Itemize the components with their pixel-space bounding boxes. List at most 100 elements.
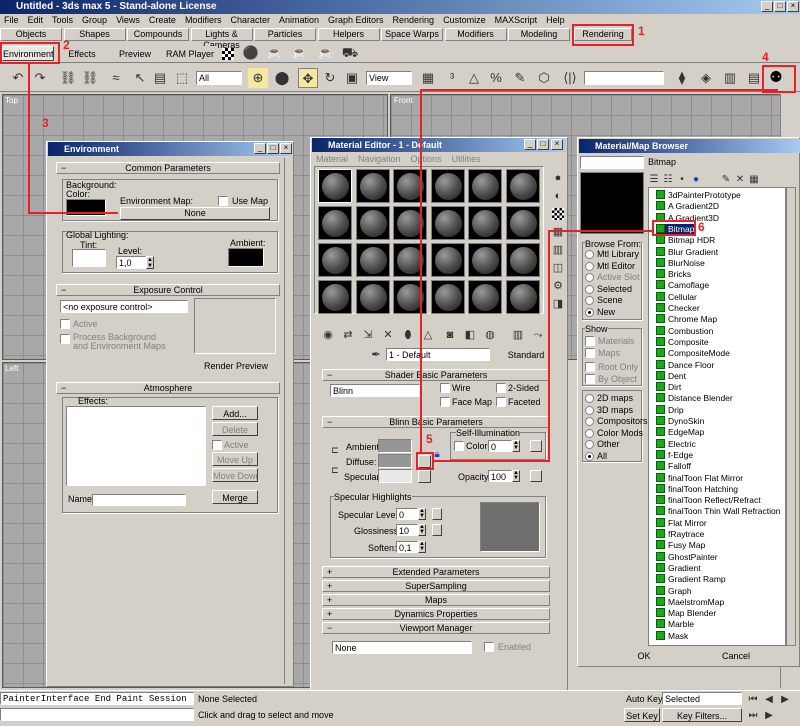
filter-radio[interactable] [585, 394, 594, 403]
browse-from-radio[interactable] [585, 307, 594, 317]
effect-name-input[interactable] [92, 494, 186, 506]
opacity-spinner[interactable]: ▲ ▼ [512, 470, 520, 482]
sample-slot[interactable] [355, 243, 390, 277]
sample-slot[interactable] [505, 169, 540, 203]
self-illum-spinner[interactable]: ▲ ▼ [512, 440, 520, 452]
pivot-icon[interactable]: ⬤ [272, 68, 292, 88]
medit-menu-material[interactable]: Material [316, 154, 348, 164]
select-manipulate-icon[interactable]: ³ [442, 68, 462, 88]
show-checkbox[interactable] [585, 362, 595, 372]
auto-key-label[interactable]: Auto Key [626, 694, 663, 704]
self-illum-input[interactable]: 0 [488, 440, 512, 452]
specular-map-button[interactable] [418, 470, 431, 483]
map-item[interactable]: finalToon Thin Wall Refraction [656, 506, 780, 517]
sample-slot[interactable] [468, 243, 502, 277]
select-by-material-icon[interactable]: ◨ [548, 294, 568, 314]
pick-material-icon[interactable]: ✒ [366, 345, 386, 365]
sample-slot[interactable] [430, 280, 465, 314]
next-frame-icon[interactable]: ▶ [762, 706, 776, 726]
move-down-button[interactable]: Move Down [212, 468, 258, 482]
process-background-checkbox[interactable] [60, 334, 70, 344]
map-item[interactable]: 3dPainterPrototype [656, 190, 741, 201]
select-by-name-icon[interactable]: ▤ [150, 68, 170, 88]
self-illum-color-checkbox[interactable] [454, 441, 464, 451]
show-checkbox[interactable] [585, 348, 595, 358]
browser-search-field[interactable] [580, 156, 644, 169]
browse-from-radio[interactable] [585, 296, 594, 305]
maximize-button[interactable]: □ [774, 1, 786, 12]
menu-item-file[interactable]: File [4, 15, 19, 25]
sample-slot[interactable] [430, 169, 465, 203]
options-icon[interactable]: ⚙ [548, 276, 568, 296]
checker-icon[interactable] [222, 48, 234, 60]
rollout-maps[interactable]: + Maps [322, 594, 550, 606]
glossiness-input[interactable]: 10 [396, 524, 418, 536]
specular-color-swatch[interactable] [378, 469, 412, 483]
browse-from-radio[interactable] [585, 273, 594, 282]
key-mode-dropdown[interactable]: Selected [662, 692, 742, 705]
make-preview-icon[interactable]: ◫ [548, 258, 568, 278]
self-illum-map-button[interactable] [530, 440, 542, 452]
get-material-icon[interactable]: ◉ [318, 325, 338, 345]
sample-slot[interactable] [505, 206, 540, 240]
map-item[interactable]: EdgeMap [656, 427, 704, 438]
merge-button[interactable]: Merge [212, 490, 258, 504]
map-item[interactable]: DynoSkin [656, 416, 704, 427]
medit-maximize-button[interactable]: □ [537, 139, 549, 150]
reference-coordinate-dropdown[interactable]: View [366, 71, 412, 85]
map-item[interactable]: Checker [656, 303, 700, 314]
region-select-icon[interactable]: ⬚ [172, 68, 192, 88]
menu-item-views[interactable]: Views [116, 15, 140, 25]
opacity-map-button[interactable] [530, 470, 542, 482]
map-item[interactable]: MaelstromMap [656, 597, 724, 608]
menu-item-edit[interactable]: Edit [28, 15, 44, 25]
menu-item-grapheditors[interactable]: Graph Editors [328, 15, 384, 25]
link-icon[interactable]: ⛓ [58, 68, 78, 88]
reset-map-icon[interactable]: ✕ [378, 325, 398, 345]
environment-map-none-button[interactable]: None [120, 207, 270, 220]
sample-type-icon[interactable]: ● [548, 168, 568, 188]
menu-item-modifiers[interactable]: Modifiers [185, 15, 222, 25]
menu-item-create[interactable]: Create [149, 15, 176, 25]
map-item[interactable]: Fusy Map [656, 540, 705, 551]
render-icon[interactable]: ☕ [265, 43, 285, 63]
tab-modeling[interactable]: Modeling [508, 28, 570, 41]
move-icon[interactable]: ✥ [298, 68, 318, 88]
curve-editor-icon[interactable]: ▥ [720, 68, 740, 88]
filter-radio[interactable] [585, 405, 594, 415]
angle-snap-icon[interactable]: △ [464, 68, 484, 88]
browser-cancel-button[interactable]: Cancel [704, 648, 768, 662]
sample-uv-tiling-icon[interactable]: ▦ [548, 222, 568, 242]
undo-icon[interactable]: ↶ [8, 68, 28, 88]
enabled-checkbox[interactable] [484, 642, 494, 652]
show-end-result-icon[interactable]: ◍ [480, 325, 500, 345]
put-material-icon[interactable]: ⇄ [338, 325, 358, 345]
opacity-input[interactable]: 100 [488, 470, 512, 482]
move-up-button[interactable]: Move Up [212, 452, 258, 466]
map-item[interactable]: Mask [656, 631, 688, 642]
exposure-control-dropdown[interactable]: <no exposure control> [60, 300, 188, 313]
map-item[interactable]: fRaytrace [656, 529, 704, 540]
medit-menu-navigation[interactable]: Navigation [358, 154, 401, 164]
blinn-basic-rollout[interactable]: − Blinn Basic Parameters [322, 416, 550, 428]
key-filters-button[interactable]: Key Filters... [662, 708, 742, 722]
key-mode-icon[interactable]: ⏭ [746, 706, 760, 726]
menu-item-animation[interactable]: Animation [279, 15, 319, 25]
common-parameters-rollout[interactable]: − Common Parameters [56, 162, 280, 174]
sample-slot[interactable] [505, 243, 540, 277]
tab-ram-player[interactable]: RAM Player [162, 46, 218, 61]
unlink-icon[interactable]: ⛓ [80, 68, 100, 88]
filter-radio[interactable] [585, 451, 594, 461]
map-item[interactable]: Chrome Map [656, 314, 717, 325]
rollout-viewport-manager[interactable]: − Viewport Manager [322, 622, 550, 634]
glossiness-spinner[interactable]: ▲ ▼ [418, 524, 426, 536]
menu-item-maxscript[interactable]: MAXScript [495, 15, 538, 25]
face-map-checkbox[interactable] [440, 397, 450, 407]
menu-item-customize[interactable]: Customize [443, 15, 486, 25]
soften-input[interactable]: 0,1 [396, 541, 418, 553]
delete-effect-button[interactable]: Delete [212, 422, 258, 436]
rollout-dynamics-properties[interactable]: + Dynamics Properties [322, 608, 550, 620]
map-item[interactable]: Bricks [656, 269, 691, 280]
redo-icon[interactable]: ↷ [30, 68, 50, 88]
ambient-color-swatch[interactable] [378, 439, 412, 453]
